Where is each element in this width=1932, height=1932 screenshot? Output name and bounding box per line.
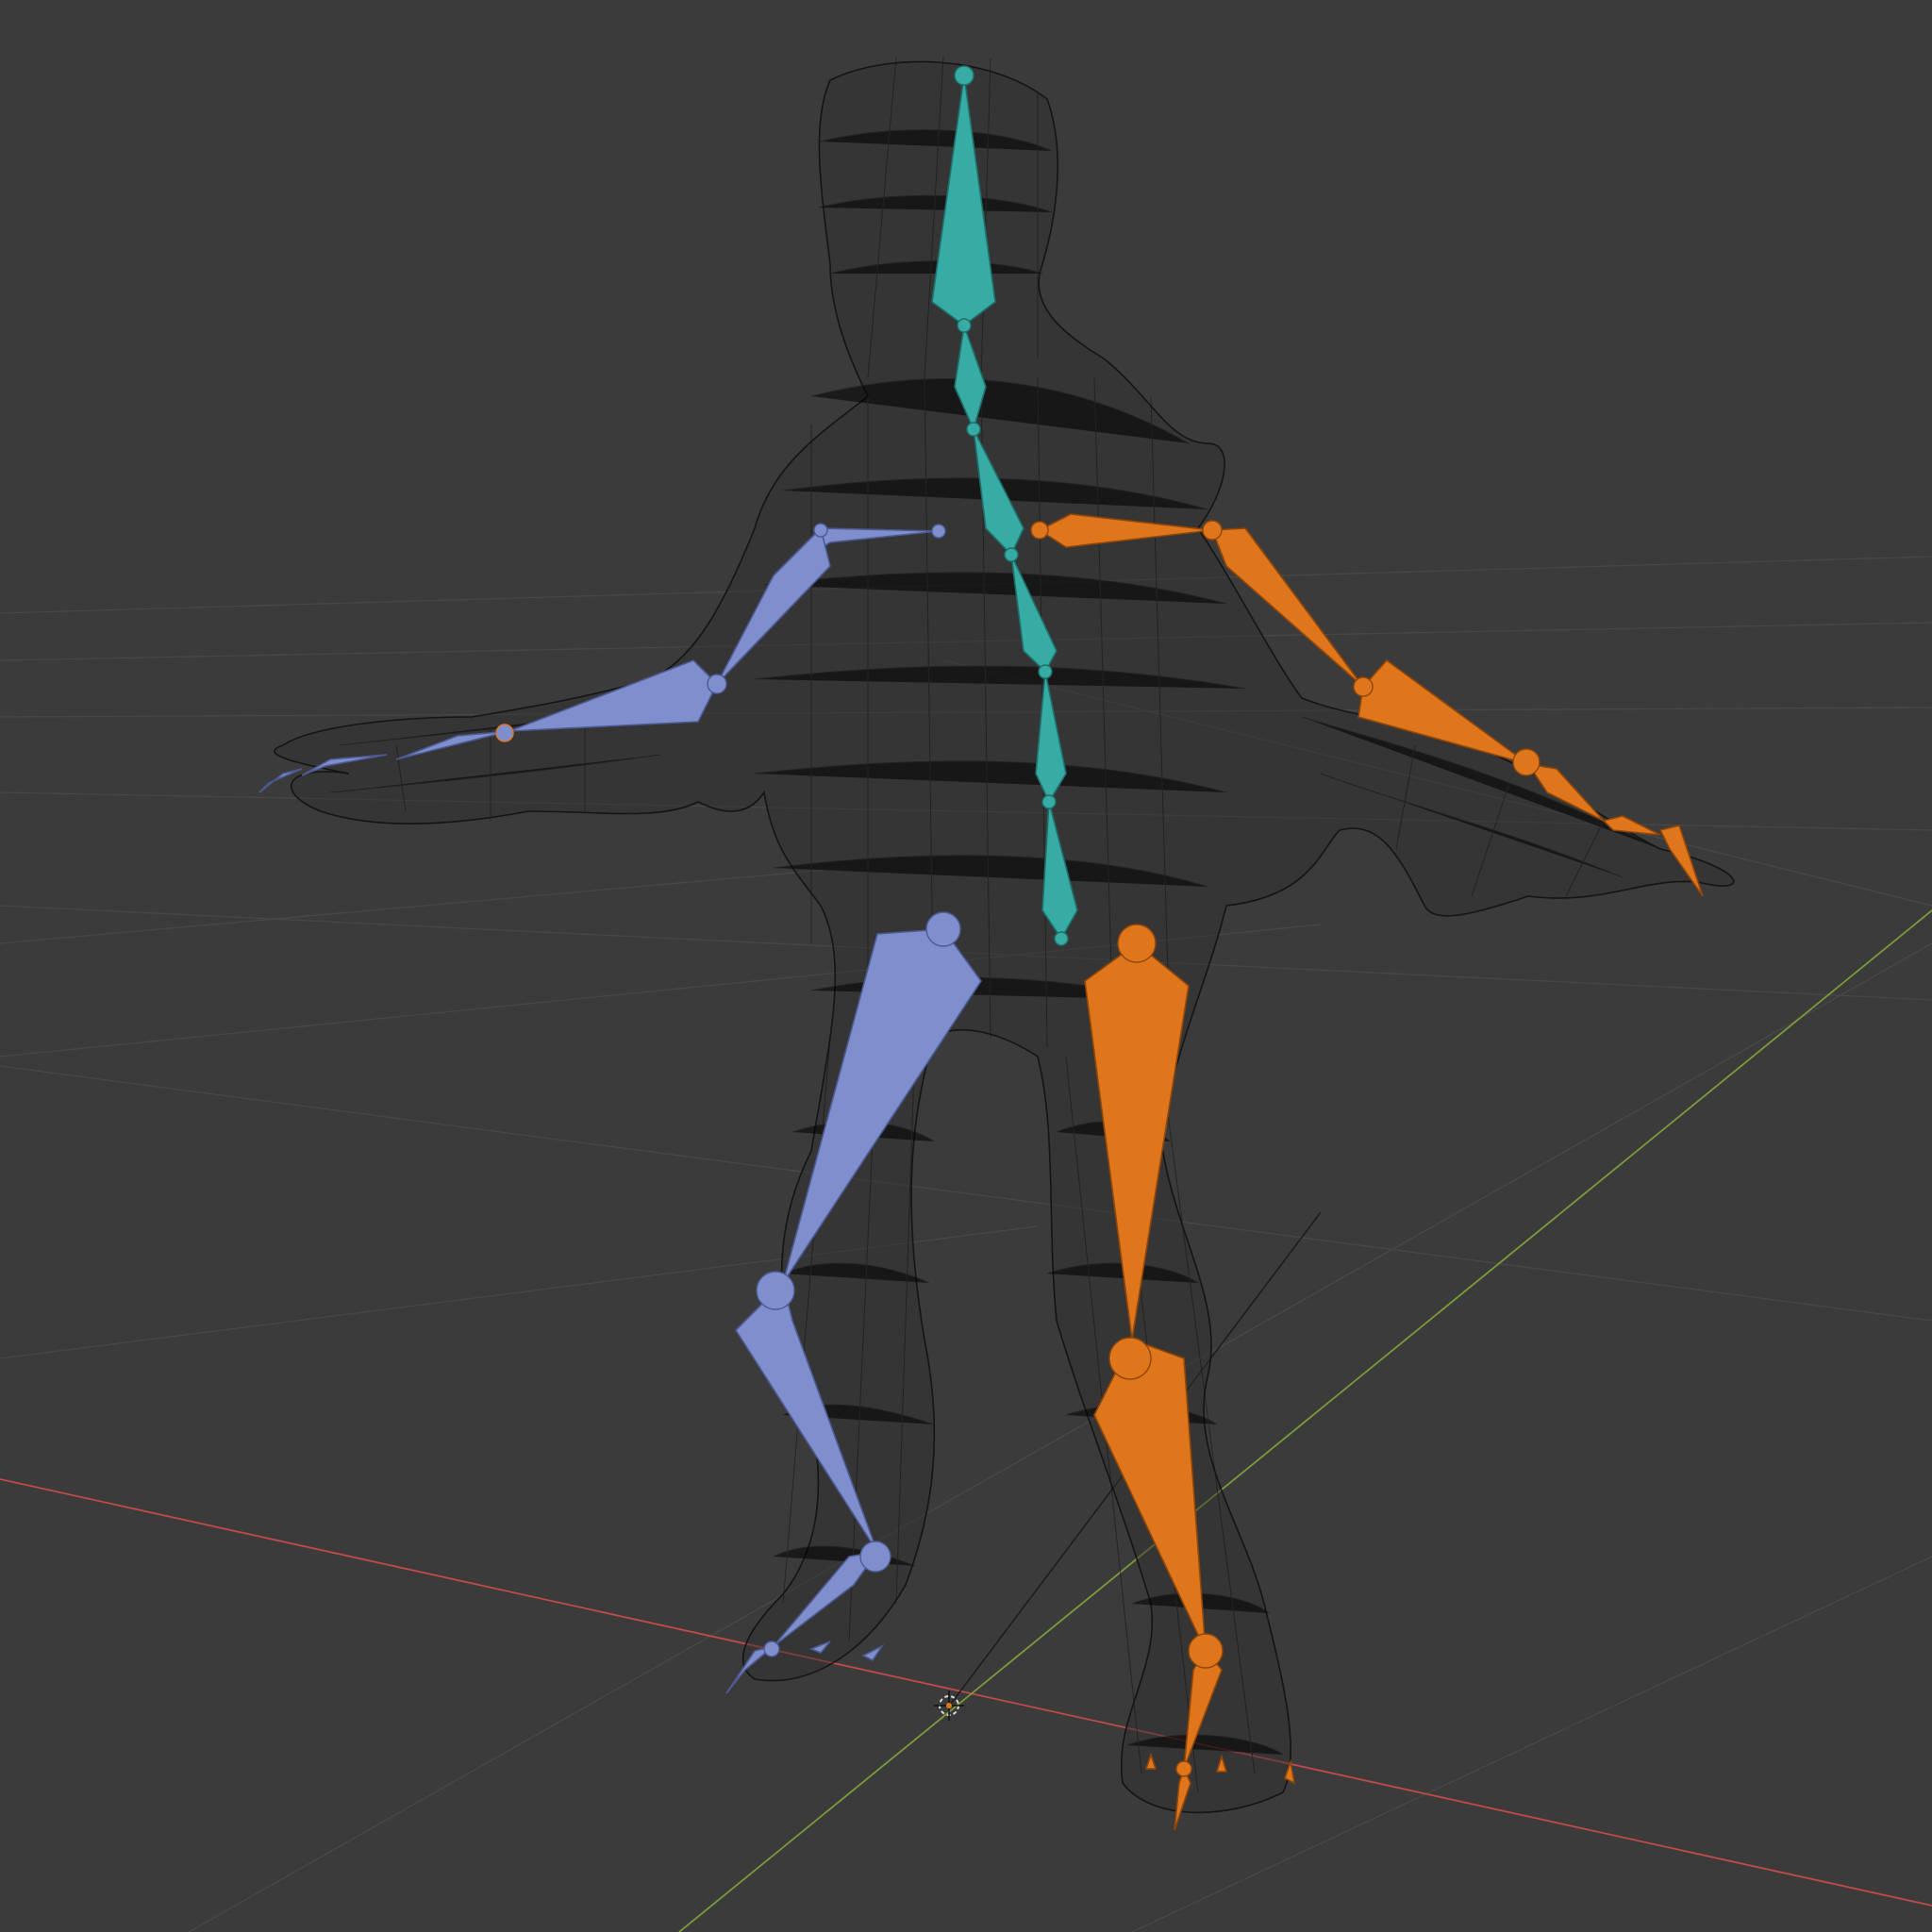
right-shoulder-joint[interactable] [1202, 520, 1223, 541]
chest-joint[interactable] [966, 422, 981, 437]
left-forearm-bone[interactable] [508, 659, 718, 732]
left-ball-joint[interactable] [763, 1641, 780, 1657]
left-knee-joint[interactable] [756, 1271, 795, 1310]
left-shoulder-joint[interactable] [931, 524, 946, 539]
left-hip-joint[interactable] [925, 911, 961, 947]
left-ankle-joint[interactable] [859, 1541, 891, 1573]
head-joint[interactable] [954, 65, 974, 86]
mesh-wireframe-icon[interactable] [274, 56, 1735, 1814]
right-clavicle-joint[interactable] [1030, 521, 1049, 540]
right-knee-joint[interactable] [1108, 1337, 1152, 1380]
right-ball-joint[interactable] [1175, 1760, 1192, 1777]
right-ankle-joint[interactable] [1188, 1633, 1224, 1669]
viewport-canvas[interactable] [0, 0, 1932, 1932]
right-elbow-joint[interactable] [1353, 676, 1374, 697]
left-clavicle-joint[interactable] [813, 523, 828, 538]
right-hip-joint[interactable] [1117, 924, 1157, 963]
left-elbow-joint[interactable] [707, 674, 727, 694]
3d-viewport[interactable] [0, 0, 1932, 1932]
hips-joint[interactable] [1054, 931, 1069, 946]
3d-cursor-icon[interactable] [934, 1690, 964, 1721]
left-toe-bone-3[interactable] [861, 1643, 885, 1662]
spine-joint-3[interactable] [1041, 794, 1057, 809]
left-wrist-joint[interactable] [495, 724, 514, 742]
right-wrist-joint[interactable] [1512, 748, 1541, 776]
neck-joint[interactable] [957, 318, 972, 333]
spine-joint-2[interactable] [1038, 664, 1053, 679]
spine-joint-1[interactable] [1004, 547, 1019, 562]
